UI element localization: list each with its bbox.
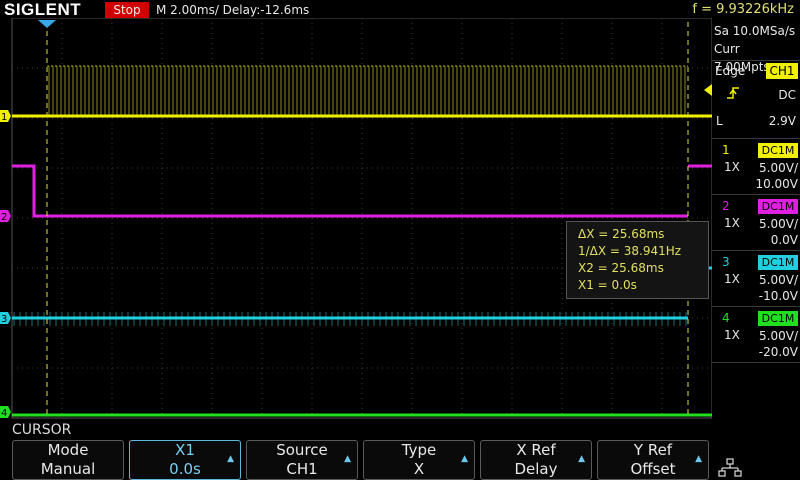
ch1-marker-label: 1 <box>1 112 7 123</box>
ch4-marker-label: 4 <box>1 408 7 419</box>
divider <box>712 138 800 139</box>
softkey-x1[interactable]: X1 0.0s ▲ <box>129 440 241 480</box>
arrow-up-icon: ▲ <box>227 454 234 464</box>
channel-3-info[interactable]: 3 DC1M 1X 5.00V/ -10.0V <box>712 254 800 306</box>
trigger-level: 2.9V <box>768 114 796 128</box>
divider <box>712 362 800 363</box>
softkey-label: Source <box>276 441 328 459</box>
channel-number: 2 <box>722 199 730 213</box>
channel-scale: 5.00V/ <box>759 217 798 231</box>
channel-4-info[interactable]: 4 DC1M 1X 5.00V/ -20.0V <box>712 310 800 362</box>
channel-offset: 10.00V <box>755 177 798 191</box>
channel-scale: 5.00V/ <box>759 329 798 343</box>
channel-offset: 0.0V <box>770 233 798 247</box>
trigger-level-label: L <box>716 114 723 128</box>
ch2-marker-label: 2 <box>1 212 7 223</box>
sample-rate: Sa 10.0MSa/s <box>714 24 796 38</box>
softkey-label: X1 <box>175 441 195 459</box>
softkey-value: CH1 <box>286 460 318 478</box>
channel-1-info[interactable]: 1 DC1M 1X 5.00V/10.00V <box>712 142 800 194</box>
arrow-up-icon: ▲ <box>578 454 585 464</box>
trigger-type: Edge <box>715 64 746 78</box>
cursor-measurement-box: ΔX = 25.68ms 1/ΔX = 38.941Hz X2 = 25.68m… <box>566 221 709 299</box>
softkey-source[interactable]: Source CH1 ▲ <box>246 440 358 480</box>
channel-coupling: DC1M <box>758 143 798 158</box>
softkey-x-ref[interactable]: X Ref Delay ▲ <box>480 440 592 480</box>
inv-delta-x-readout: 1/ΔX = 38.941Hz <box>578 244 682 258</box>
channel-coupling: DC1M <box>758 311 798 326</box>
arrow-up-icon: ▲ <box>461 454 468 464</box>
channel-2-info[interactable]: 2 DC1M 1X 5.00V/0.0V <box>712 198 800 250</box>
softkey-label: X Ref <box>516 441 556 459</box>
ch3-marker-label: 3 <box>1 314 7 325</box>
softkey-mode[interactable]: Mode Manual <box>12 440 124 480</box>
softkey-value: Offset <box>630 460 676 478</box>
softkey-label: Type <box>401 441 437 459</box>
channel-offset: -20.0V <box>758 345 798 359</box>
trigger-source: CH1 <box>766 63 798 79</box>
channel-coupling: DC1M <box>758 199 798 214</box>
divider <box>712 250 800 251</box>
channel-coupling: DC1M <box>758 255 798 270</box>
top-status-bar: SIGLENT Stop M 2.00ms/ Delay:-12.6ms f =… <box>0 0 800 20</box>
ch1-waveform-burst <box>47 66 688 116</box>
menu-title: CURSOR <box>12 422 72 438</box>
softkey-label: Mode <box>47 441 89 459</box>
softkey-y-ref[interactable]: Y Ref Offset ▲ <box>597 440 709 480</box>
arrow-up-icon: ▲ <box>344 454 351 464</box>
frequency-counter: f = 9.93226kHz <box>692 2 794 17</box>
channel-probe: 1X <box>724 160 740 174</box>
softkey-label: Y Ref <box>633 441 673 459</box>
softkey-value: Delay <box>514 460 558 478</box>
softkey-value: X <box>413 460 425 478</box>
delta-x-readout: ΔX = 25.68ms <box>578 227 665 241</box>
channel-number: 4 <box>722 311 730 325</box>
channel-scale: 5.00V/ <box>759 273 798 287</box>
x2-readout: X2 = 25.68ms <box>578 261 664 275</box>
channel-scale: 5.00V/ <box>759 161 798 175</box>
x1-readout: X1 = 0.0s <box>578 278 637 292</box>
run-state-badge[interactable]: Stop <box>105 2 149 19</box>
arrow-up-icon: ▲ <box>695 454 702 464</box>
channel-number: 3 <box>722 255 730 269</box>
divider <box>712 306 800 307</box>
channel-probe: 1X <box>724 272 740 286</box>
divider <box>712 194 800 195</box>
channel-probe: 1X <box>724 216 740 230</box>
channel-number: 1 <box>722 143 730 157</box>
softkey-value: Manual <box>40 460 96 478</box>
rising-edge-icon <box>727 87 739 99</box>
divider <box>712 60 800 61</box>
right-info-panel: Sa 10.0MSa/s Curr 7.00Mpts Edge CH1 DC L… <box>712 20 800 420</box>
trigger-panel[interactable]: Edge CH1 DC L 2.9V <box>712 62 800 132</box>
brand-logo: SIGLENT <box>4 0 82 19</box>
timebase-readout[interactable]: M 2.00ms/ Delay:-12.6ms <box>156 0 309 20</box>
channel-probe: 1X <box>724 328 740 342</box>
softkey-value: 0.0s <box>169 460 201 478</box>
softkey-type[interactable]: Type X ▲ <box>363 440 475 480</box>
waveform-display[interactable]: 1 2 3 4 <box>0 18 712 422</box>
channel-offset: -10.0V <box>758 289 798 303</box>
trigger-coupling: DC <box>778 88 796 102</box>
network-icon <box>718 458 742 477</box>
